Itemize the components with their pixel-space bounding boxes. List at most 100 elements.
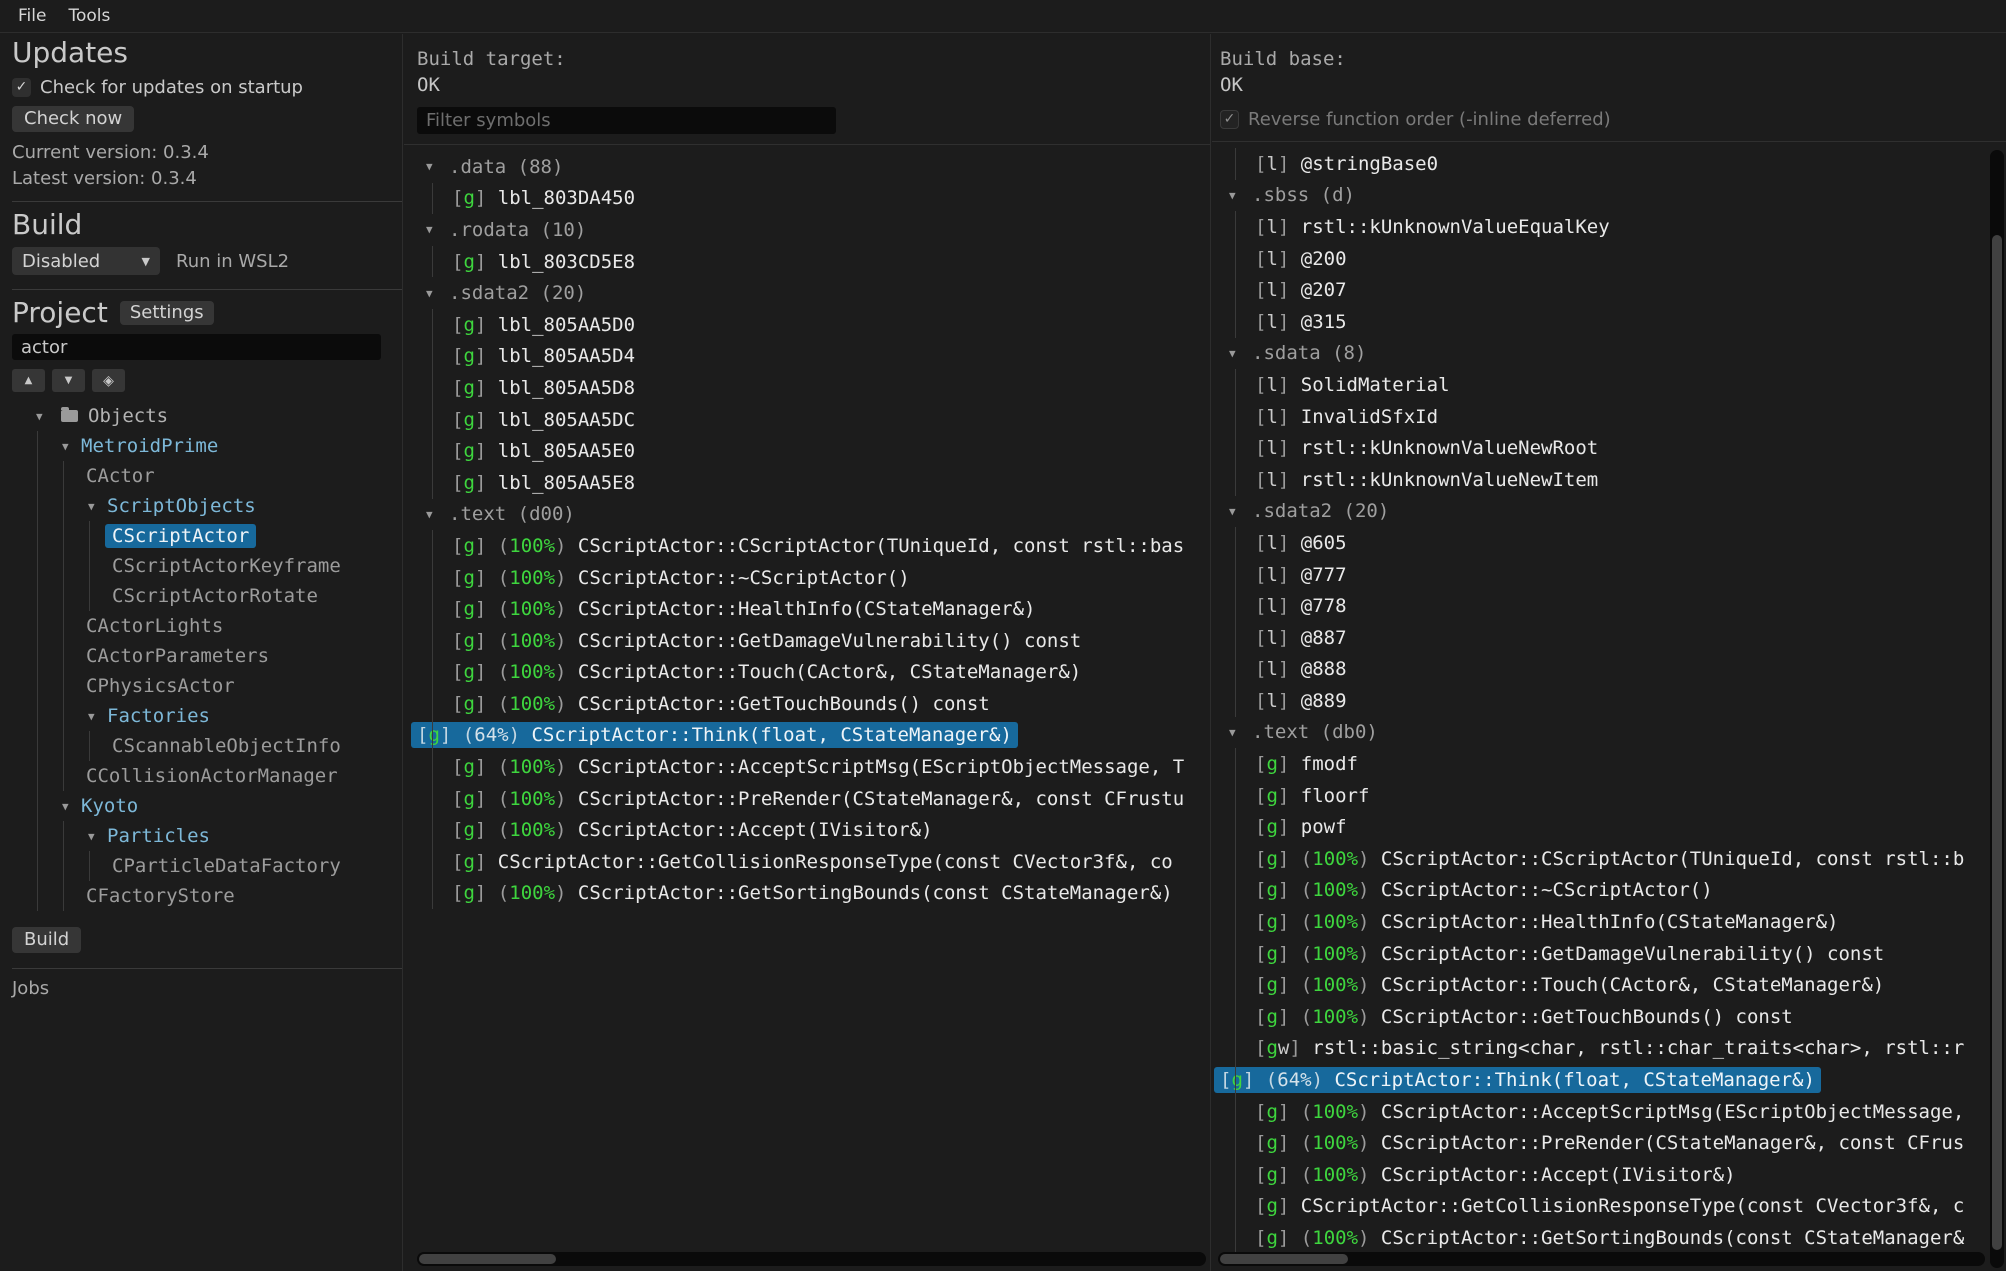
symbol-row[interactable]: [g] (100%) CScriptActor::GetTouchBounds(… <box>417 688 1210 720</box>
check-now-button[interactable]: Check now <box>12 106 134 132</box>
project-settings-button[interactable]: Settings <box>120 301 214 325</box>
tree-item-CPhysicsActor[interactable]: CPhysicsActor <box>12 671 402 701</box>
symbol-row[interactable]: [g] (100%) CScriptActor::GetDamageVulner… <box>1220 938 2006 970</box>
expand-triangle-icon[interactable]: ▼ <box>1229 505 1252 518</box>
symbol-row[interactable]: [l] @888 <box>1220 654 2006 686</box>
expand-triangle-icon[interactable]: ▼ <box>62 800 81 813</box>
expand-triangle-icon[interactable]: ▼ <box>426 223 449 236</box>
symbol-row[interactable]: [g] (100%) CScriptActor::GetTouchBounds(… <box>1220 1001 2006 1033</box>
tree-item-CFactoryStore[interactable]: CFactoryStore <box>12 881 402 911</box>
menu-tools[interactable]: Tools <box>68 6 110 26</box>
symbol-row[interactable]: [l] SolidMaterial <box>1220 369 2006 401</box>
symbol-row[interactable]: [g] (100%) CScriptActor::AcceptScriptMsg… <box>1220 1096 2006 1128</box>
symbol-row[interactable]: [g] (100%) CScriptActor::~CScriptActor() <box>417 562 1210 594</box>
expand-triangle-icon[interactable]: ▼ <box>88 500 107 513</box>
symbol-row[interactable]: [g] floorf <box>1220 780 2006 812</box>
symbol-row[interactable]: [l] @315 <box>1220 306 2006 338</box>
update-startup-checkbox[interactable]: ✓ Check for updates on startup <box>12 76 402 98</box>
symbol-row[interactable]: [g] (100%) CScriptActor::CScriptActor(TU… <box>1220 843 2006 875</box>
symbol-row[interactable]: [l] @777 <box>1220 559 2006 591</box>
section-row[interactable]: ▼.sdata2 (20) <box>1220 496 2006 528</box>
symbol-row[interactable]: [g] lbl_805AA5E0 <box>417 435 1210 467</box>
symbol-row[interactable]: [l] @887 <box>1220 622 2006 654</box>
section-row[interactable]: ▼.sbss (d) <box>1220 180 2006 212</box>
symbol-row[interactable]: [g] CScriptActor::GetCollisionResponseTy… <box>1220 1191 2006 1223</box>
prev-match-button[interactable]: ▲ <box>12 369 45 392</box>
scrollbar-thumb[interactable] <box>1992 235 2002 1250</box>
symbol-row[interactable]: [l] @605 <box>1220 527 2006 559</box>
symbol-row[interactable]: [g] (100%) CScriptActor::~CScriptActor() <box>1220 875 2006 907</box>
section-row[interactable]: ▼.sdata (8) <box>1220 338 2006 370</box>
scrollbar-thumb[interactable] <box>1220 1254 1348 1264</box>
expand-triangle-icon[interactable]: ▼ <box>1229 726 1252 739</box>
project-search-input[interactable] <box>12 334 381 360</box>
build-button[interactable]: Build <box>12 927 81 953</box>
symbol-row[interactable]: [g] (100%) CScriptActor::HealthInfo(CSta… <box>417 593 1210 625</box>
menu-file[interactable]: File <box>18 6 46 26</box>
expand-triangle-icon[interactable]: ▼ <box>1229 347 1252 360</box>
tree-item-CActorLights[interactable]: CActorLights <box>12 611 402 641</box>
tree-item-CScannableObjectInfo[interactable]: CScannableObjectInfo <box>12 731 402 761</box>
symbol-row[interactable]: [g] (100%) CScriptActor::HealthInfo(CSta… <box>1220 906 2006 938</box>
symbol-row[interactable]: [g] (64%) CScriptActor::Think(float, CSt… <box>417 720 1210 752</box>
expand-triangle-icon[interactable]: ▼ <box>88 830 107 843</box>
expand-triangle-icon[interactable]: ▼ <box>36 410 55 423</box>
symbol-row[interactable]: [g] lbl_805AA5D8 <box>417 372 1210 404</box>
symbol-row[interactable]: [l] @889 <box>1220 685 2006 717</box>
symbol-row[interactable]: [g] (100%) CScriptActor::PreRender(CStat… <box>1220 1127 2006 1159</box>
symbol-row[interactable]: [g] lbl_803DA450 <box>417 183 1210 215</box>
symbol-row[interactable]: [g] (100%) CScriptActor::PreRender(CStat… <box>417 783 1210 815</box>
tree-item-CScriptActorRotate[interactable]: CScriptActorRotate <box>12 581 402 611</box>
tree-item-CCollisionActorManager[interactable]: CCollisionActorManager <box>12 761 402 791</box>
symbol-row[interactable]: [g] (100%) CScriptActor::GetSortingBound… <box>417 878 1210 910</box>
tree-item-Objects[interactable]: ▼Objects <box>12 401 402 431</box>
tree-item-CActorParameters[interactable]: CActorParameters <box>12 641 402 671</box>
symbol-row[interactable]: [g] CScriptActor::GetCollisionResponseTy… <box>417 846 1210 878</box>
symbol-row[interactable]: [g] (100%) CScriptActor::CScriptActor(TU… <box>417 530 1210 562</box>
symbol-row[interactable]: [g] (100%) CScriptActor::GetDamageVulner… <box>417 625 1210 657</box>
section-row[interactable]: ▼.sdata2 (20) <box>417 277 1210 309</box>
tree-item-CActor[interactable]: CActor <box>12 461 402 491</box>
section-row[interactable]: ▼.text (db0) <box>1220 717 2006 749</box>
symbol-row[interactable]: [l] @200 <box>1220 243 2006 275</box>
symbol-row[interactable]: [l] @778 <box>1220 590 2006 622</box>
symbol-row[interactable]: [g] (100%) CScriptActor::Accept(IVisitor… <box>417 814 1210 846</box>
symbol-row[interactable]: [g] (100%) CScriptActor::Accept(IVisitor… <box>1220 1159 2006 1191</box>
symbol-row[interactable]: [g] lbl_805AA5D4 <box>417 341 1210 373</box>
next-match-button[interactable]: ▼ <box>52 369 85 392</box>
symbol-row[interactable]: [g] fmodf <box>1220 748 2006 780</box>
tree-item-ScriptObjects[interactable]: ▼ScriptObjects <box>12 491 402 521</box>
tree-item-Kyoto[interactable]: ▼Kyoto <box>12 791 402 821</box>
symbol-row[interactable]: [l] rstl::kUnknownValueNewItem <box>1220 464 2006 496</box>
symbol-row[interactable]: [g] lbl_805AA5E8 <box>417 467 1210 499</box>
symbol-row[interactable]: [l] @stringBase0 <box>1220 148 2006 180</box>
symbol-row[interactable]: [g] lbl_805AA5DC <box>417 404 1210 436</box>
tree-item-CParticleDataFactory[interactable]: CParticleDataFactory <box>12 851 402 881</box>
symbol-row[interactable]: [gw] rstl::basic_string<char, rstl::char… <box>1220 1033 2006 1065</box>
base-horizontal-scrollbar[interactable] <box>1218 1252 1985 1266</box>
symbol-row[interactable]: [g] (100%) CScriptActor::AcceptScriptMsg… <box>417 751 1210 783</box>
symbol-row[interactable]: [l] @207 <box>1220 274 2006 306</box>
expand-triangle-icon[interactable]: ▼ <box>426 287 449 300</box>
target-horizontal-scrollbar[interactable] <box>417 1252 1206 1266</box>
symbol-row[interactable]: [g] (100%) CScriptActor::GetSortingBound… <box>1220 1222 2006 1254</box>
locate-button[interactable]: ◈ <box>92 369 125 392</box>
expand-triangle-icon[interactable]: ▼ <box>426 508 449 521</box>
tree-item-CScriptActorKeyframe[interactable]: CScriptActorKeyframe <box>12 551 402 581</box>
section-row[interactable]: ▼.data (88) <box>417 151 1210 183</box>
scrollbar-thumb[interactable] <box>419 1254 556 1264</box>
build-mode-dropdown[interactable]: Disabled ▼ <box>12 247 160 275</box>
expand-triangle-icon[interactable]: ▼ <box>62 440 81 453</box>
tree-item-MetroidPrime[interactable]: ▼MetroidPrime <box>12 431 402 461</box>
tree-item-Particles[interactable]: ▼Particles <box>12 821 402 851</box>
symbol-row[interactable]: [g] (100%) CScriptActor::Touch(CActor&, … <box>417 657 1210 689</box>
expand-triangle-icon[interactable]: ▼ <box>426 160 449 173</box>
expand-triangle-icon[interactable]: ▼ <box>1229 189 1252 202</box>
symbol-row[interactable]: [g] lbl_805AA5D0 <box>417 309 1210 341</box>
symbol-row[interactable]: [l] rstl::kUnknownValueEqualKey <box>1220 211 2006 243</box>
symbol-row[interactable]: [g] powf <box>1220 811 2006 843</box>
symbol-row[interactable]: [g] (64%) CScriptActor::Think(float, CSt… <box>1220 1064 2006 1096</box>
tree-item-Factories[interactable]: ▼Factories <box>12 701 402 731</box>
reverse-order-checkbox[interactable]: ✓ Reverse function order (-inline deferr… <box>1220 107 2006 131</box>
section-row[interactable]: ▼.rodata (10) <box>417 214 1210 246</box>
